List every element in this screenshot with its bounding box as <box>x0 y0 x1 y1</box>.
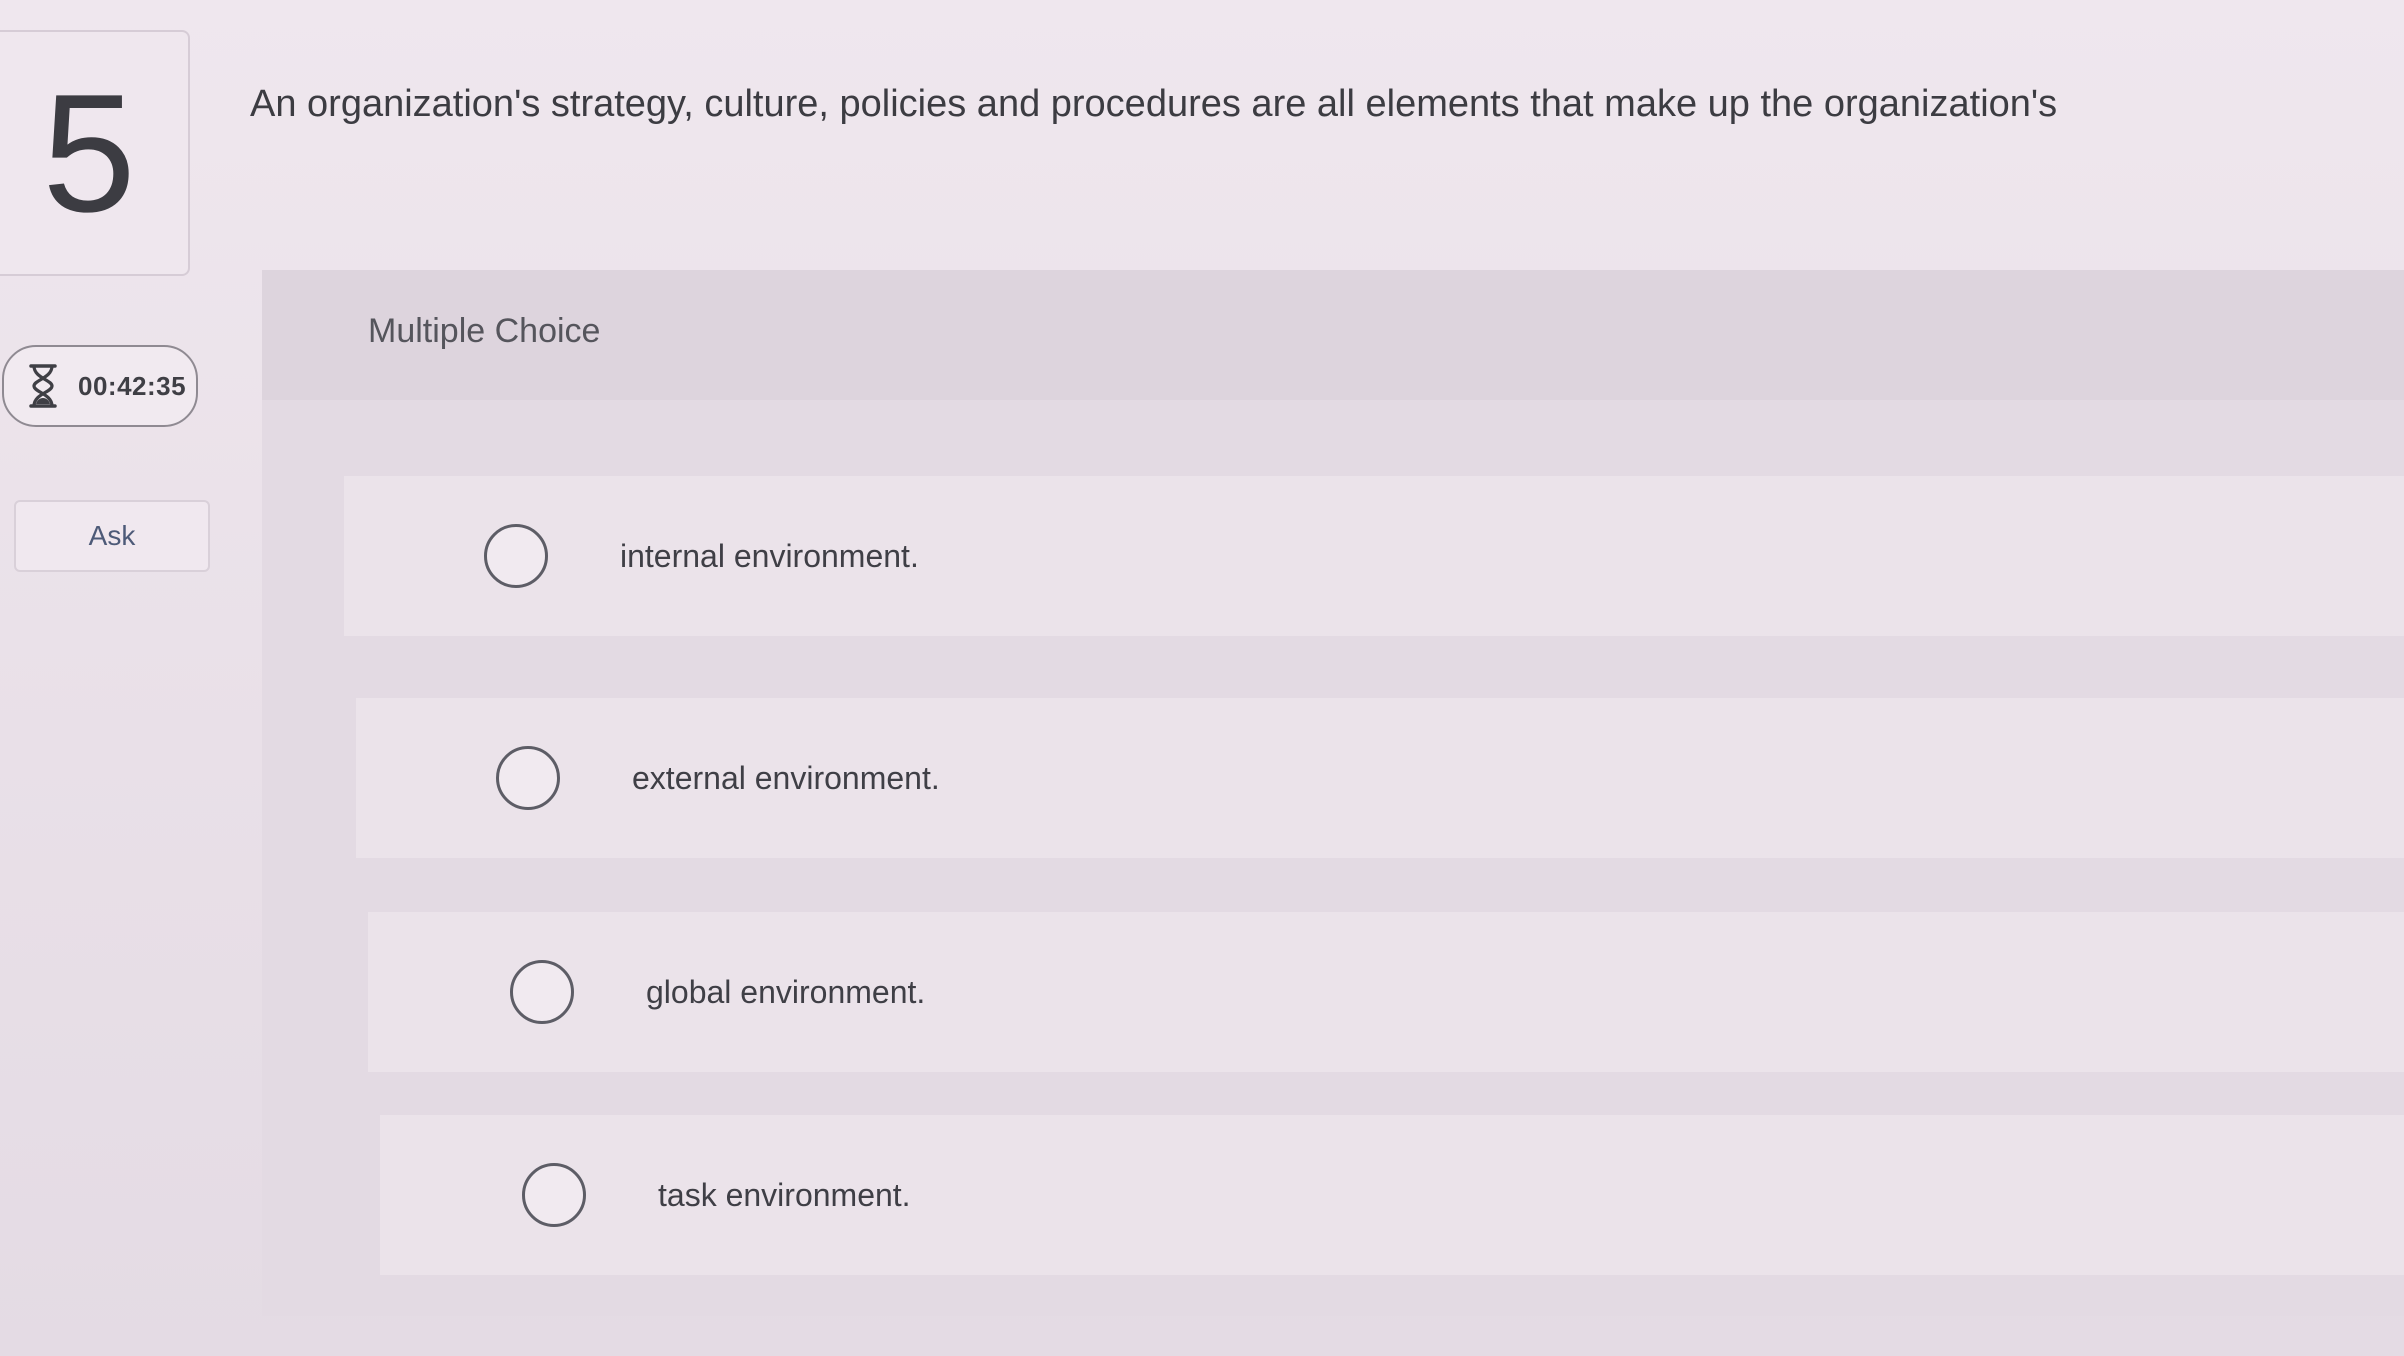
answer-panel-header: Multiple Choice <box>262 270 2404 400</box>
radio-button[interactable] <box>510 960 574 1024</box>
timer-pill[interactable]: 00:42:35 <box>2 345 198 427</box>
ask-button[interactable]: Ask <box>14 500 210 572</box>
choice-label: external environment. <box>632 759 940 796</box>
timer-value: 00:42:35 <box>78 370 187 401</box>
radio-button[interactable] <box>522 1163 586 1227</box>
choice-label: task environment. <box>658 1176 911 1213</box>
radio-button[interactable] <box>496 746 560 810</box>
choice-option-1[interactable]: internal environment. <box>344 476 2404 636</box>
quiz-page: 5 00:42:35 Ask An organization's strateg… <box>0 0 2404 1356</box>
question-number-box: 5 <box>0 30 190 276</box>
question-number: 5 <box>42 59 136 247</box>
question-text: An organization's strategy, culture, pol… <box>250 83 2058 125</box>
answer-panel: Multiple Choice internal environment. ex… <box>262 270 2404 1316</box>
choice-option-2[interactable]: external environment. <box>356 698 2404 858</box>
choice-option-3[interactable]: global environment. <box>368 912 2404 1072</box>
hourglass-icon <box>29 364 57 408</box>
choice-option-4[interactable]: task environment. <box>380 1115 2404 1275</box>
question-type-label: Multiple Choice <box>368 312 601 350</box>
radio-button[interactable] <box>484 524 548 588</box>
choice-label: internal environment. <box>620 537 919 574</box>
choice-label: global environment. <box>646 973 926 1010</box>
